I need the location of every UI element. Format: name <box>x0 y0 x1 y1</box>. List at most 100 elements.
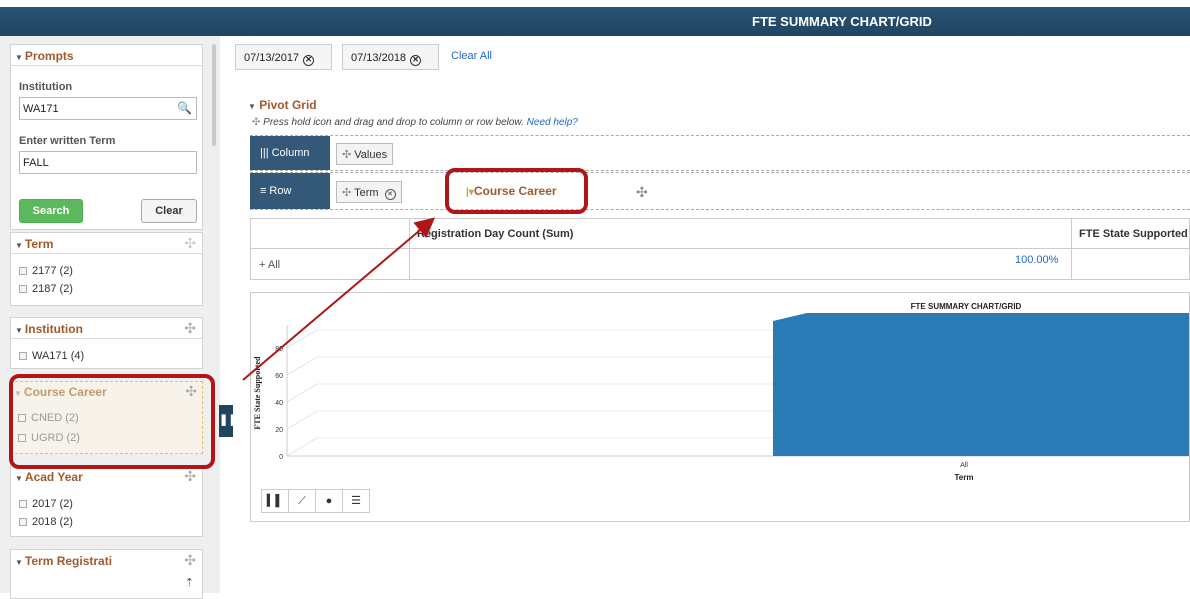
remove-filter-icon[interactable]: ✕ <box>410 55 422 66</box>
page-header: FTE SUMMARY CHART/GRID <box>0 7 1190 36</box>
chart-title: FTE SUMMARY CHART/GRID <box>911 302 1022 311</box>
table-cell: 100.00% <box>1015 254 1059 266</box>
values-pill[interactable]: ✣ Values <box>336 143 394 165</box>
term-facet-header[interactable]: ▼ Term ✣ <box>11 233 202 254</box>
term-registration-facet: ▼ Term Registrati ✣ ⇡ <box>10 549 203 599</box>
column-icon: ||| <box>260 147 269 159</box>
checkbox-icon[interactable] <box>19 267 27 275</box>
y-tick-label: 80 <box>275 346 283 353</box>
horizontal-bar-button[interactable]: ☰ <box>342 489 370 513</box>
x-tick-label: All <box>960 462 968 469</box>
institution-option[interactable]: WA171 (4) <box>19 350 84 362</box>
term-registration-facet-title: Term Registrati <box>24 554 113 568</box>
term-value: FALL <box>23 157 49 169</box>
drag-handle-icon[interactable]: ✣ <box>184 320 196 337</box>
clear-all-link[interactable]: Clear All <box>451 50 492 62</box>
chart-container: FTE SUMMARY CHART/GRID 0 20 40 60 80 All Term FT… <box>250 292 1190 522</box>
y-tick-label: 40 <box>275 400 283 407</box>
drag-handle-icon: ✣ <box>252 117 261 128</box>
sort-icon[interactable]: ⇡ <box>185 576 194 589</box>
collapse-pane-button[interactable]: ❚❚ <box>219 405 237 437</box>
pivot-grid-header[interactable]: ▼ Pivot Grid <box>248 98 317 112</box>
drag-handle-icon[interactable]: ✣ <box>342 149 351 161</box>
drag-handle-icon[interactable]: ✣ <box>184 468 196 485</box>
grid-line-depth <box>286 356 318 376</box>
institution-label: Institution <box>19 81 73 93</box>
filter-chip[interactable]: 07/13/2018 ✕ <box>342 44 439 70</box>
checkbox-icon[interactable] <box>19 285 27 293</box>
table-header-row <box>251 219 1189 249</box>
acad-year-facet-header[interactable]: ▼ Acad Year ✣ <box>11 466 202 487</box>
pie-chart-button[interactable]: ● <box>315 489 343 513</box>
highlight-box <box>9 374 215 469</box>
drag-handle-icon[interactable]: ✣ <box>184 552 196 569</box>
pause-icon: ❚❚ <box>219 414 238 426</box>
search-button[interactable]: Search <box>19 199 83 223</box>
column-header[interactable]: Registration Day Count (Sum) <box>417 228 573 240</box>
checkbox-icon[interactable] <box>19 518 27 526</box>
collapse-triangle-icon: ▼ <box>15 474 23 483</box>
filter-chip[interactable]: 07/13/2017 ✕ <box>235 44 332 70</box>
left-pane: ▼ Prompts Institution WA171 🔍 Enter writt… <box>0 36 220 599</box>
grid-line-depth <box>286 329 318 349</box>
institution-value: WA171 <box>23 103 59 115</box>
institution-facet-title: Institution <box>24 322 83 336</box>
line-chart-button[interactable]: ⟋ <box>288 489 316 513</box>
acad-year-facet-title: Acad Year <box>24 470 83 484</box>
clear-button[interactable]: Clear <box>141 199 197 223</box>
highlight-box <box>445 168 588 214</box>
term-option[interactable]: 2177 (2) <box>19 265 73 277</box>
pivot-hint: ✣ Press hold icon and drag and drop to c… <box>252 117 578 128</box>
acad-year-facet: ▼ Acad Year ✣ 2017 (2) 2018 (2) <box>10 465 203 537</box>
prompts-panel: ▼ Prompts Institution WA171 🔍 Enter writt… <box>10 44 203 230</box>
column-header[interactable]: FTE State Supported ( <box>1079 228 1190 240</box>
line-chart-icon: ⟋ <box>298 495 306 507</box>
collapse-triangle-icon: ▼ <box>15 53 23 62</box>
term-label: Enter written Term <box>19 135 116 147</box>
bar-chart-icon: ▍▌ <box>266 495 284 507</box>
prompts-title: Prompts <box>24 49 74 63</box>
y-tick-label: 20 <box>275 427 283 434</box>
pivot-grid-title: Pivot Grid <box>259 98 317 112</box>
pie-chart-icon: ● <box>325 495 333 507</box>
institution-input[interactable]: WA171 🔍 <box>19 97 197 120</box>
row-label: ≡ Row <box>250 173 330 209</box>
term-pill[interactable]: ✣ Term ✕ <box>336 181 402 203</box>
remove-icon[interactable]: ✕ <box>384 189 396 200</box>
need-help-link[interactable]: Need help? <box>527 117 578 128</box>
drag-handle-icon[interactable]: ✣ <box>184 235 196 252</box>
row-header[interactable]: + All <box>259 259 280 271</box>
remove-filter-icon[interactable]: ✕ <box>303 55 315 66</box>
row-drop-zone[interactable]: ≡ Row ✣ Term ✕ |▾Course Career ✣ <box>250 172 1190 210</box>
x-axis-label: Term <box>955 473 974 482</box>
column-drop-zone[interactable]: ||| Column ✣ Values <box>250 135 1190 171</box>
grid-line-depth <box>286 383 318 403</box>
term-option[interactable]: 2187 (2) <box>19 283 73 295</box>
area-chart: FTE SUMMARY CHART/GRID 0 20 40 60 80 All Term FT… <box>253 302 1189 482</box>
column-label: ||| Column <box>250 136 330 170</box>
collapse-triangle-icon: ▼ <box>15 558 23 567</box>
checkbox-icon[interactable] <box>19 500 27 508</box>
acad-year-option[interactable]: 2018 (2) <box>19 516 73 528</box>
institution-facet-header[interactable]: ▼ Institution ✣ <box>11 318 202 339</box>
collapse-triangle-icon: ▼ <box>15 326 23 335</box>
institution-facet: ▼ Institution ✣ WA171 (4) <box>10 317 203 369</box>
drag-handle-icon[interactable]: ✣ <box>342 187 351 199</box>
pivot-table: Registration Day Count (Sum) FTE State S… <box>250 218 1190 280</box>
term-input[interactable]: FALL <box>19 151 197 174</box>
collapse-triangle-icon: ▼ <box>15 241 23 250</box>
term-facet-title: Term <box>24 237 54 251</box>
horizontal-bar-icon: ☰ <box>351 495 361 507</box>
term-registration-facet-header[interactable]: ▼ Term Registrati ✣ <box>11 550 202 571</box>
acad-year-option[interactable]: 2017 (2) <box>19 498 73 510</box>
left-pane-scrollbar[interactable] <box>212 44 216 146</box>
row-icon: ≡ <box>260 185 267 197</box>
y-axis-label: FTE State Supported <box>253 356 262 429</box>
page-title: FTE SUMMARY CHART/GRID <box>752 14 932 29</box>
collapse-triangle-icon: ▼ <box>248 102 256 111</box>
grid-line-depth <box>286 437 318 457</box>
search-icon[interactable]: 🔍 <box>177 101 192 115</box>
prompts-header[interactable]: ▼ Prompts <box>11 45 202 66</box>
checkbox-icon[interactable] <box>19 352 27 360</box>
bar-chart-button[interactable]: ▍▌ <box>261 489 289 513</box>
